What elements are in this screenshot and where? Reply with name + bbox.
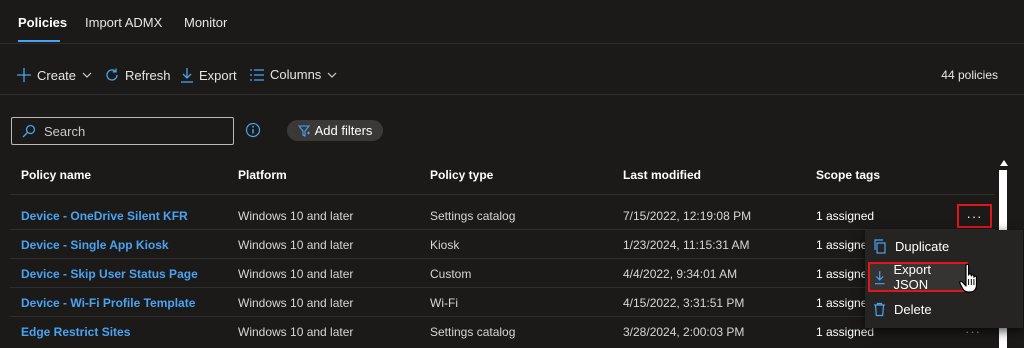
info-icon[interactable] <box>245 122 261 138</box>
chevron-down-icon <box>327 72 337 78</box>
delete-menu-item[interactable]: Delete <box>865 294 1023 324</box>
column-header-scope-tags[interactable]: Scope tags <box>816 168 880 182</box>
tab-bar: Policies Import ADMX Monitor <box>0 0 1024 44</box>
table-row[interactable]: Edge Restrict Sites Windows 10 and later… <box>10 317 995 346</box>
copy-icon <box>874 238 886 254</box>
policy-name-link[interactable]: Device - OneDrive Silent KFR <box>21 209 188 223</box>
trash-icon <box>874 302 885 316</box>
last-modified-cell: 4/4/2022, 9:34:01 AM <box>623 267 738 281</box>
scroll-up-arrow-icon[interactable] <box>1000 160 1008 166</box>
export-button[interactable]: Export <box>180 67 237 83</box>
download-icon <box>181 68 193 83</box>
policy-type-cell: Custom <box>430 267 472 281</box>
search-icon <box>22 124 36 138</box>
platform-cell: Windows 10 and later <box>238 325 354 339</box>
policy-type-cell: Settings catalog <box>430 325 516 339</box>
chevron-down-icon <box>82 72 92 78</box>
table-row[interactable]: Device - Skip User Status Page Windows 1… <box>10 259 995 288</box>
download-icon <box>874 270 885 284</box>
policy-name-link[interactable]: Device - Wi-Fi Profile Template <box>21 296 195 310</box>
search-input[interactable] <box>44 123 224 139</box>
export-json-label: Export JSON <box>893 262 932 292</box>
columns-label: Columns <box>270 67 322 82</box>
header-divider <box>10 194 995 195</box>
row-context-menu: Duplicate Export JSON Delete <box>865 230 1023 328</box>
tab-monitor[interactable]: Monitor <box>184 15 227 30</box>
policy-type-cell: Wi-Fi <box>430 296 458 310</box>
policy-type-cell: Settings catalog <box>430 209 516 223</box>
add-filters-label: Add filters <box>314 123 373 138</box>
add-filters-button[interactable]: Add filters <box>287 120 383 141</box>
duplicate-menu-item[interactable]: Duplicate <box>865 231 1023 261</box>
delete-label: Delete <box>894 301 932 317</box>
policy-count: 44 policies <box>941 68 998 82</box>
filter-icon <box>297 124 310 137</box>
columns-button[interactable]: Columns <box>249 67 338 82</box>
search-box[interactable] <box>11 117 234 145</box>
platform-cell: Windows 10 and later <box>238 209 354 223</box>
scope-tags-cell: 1 assigned <box>816 209 875 223</box>
hand-cursor-icon <box>959 263 978 293</box>
plus-icon <box>17 68 31 82</box>
table-row[interactable]: Device - Wi-Fi Profile Template Windows … <box>10 288 995 317</box>
command-bar: Create Refresh Export Columns 44 policie… <box>0 60 1024 90</box>
platform-cell: Windows 10 and later <box>238 267 354 281</box>
table-row[interactable]: Device - OneDrive Silent KFR Windows 10 … <box>10 201 995 230</box>
column-header-policy-name[interactable]: Policy name <box>21 168 91 182</box>
policy-name-link[interactable]: Device - Single App Kiosk <box>21 238 169 252</box>
platform-cell: Windows 10 and later <box>238 238 354 252</box>
refresh-icon <box>106 68 118 81</box>
policy-name-link[interactable]: Edge Restrict Sites <box>21 325 130 339</box>
policy-type-cell: Kiosk <box>430 238 460 252</box>
row-more-actions-button[interactable]: ··· <box>957 204 992 228</box>
last-modified-cell: 1/23/2024, 11:15:31 AM <box>623 238 750 252</box>
toolbar-divider <box>0 94 1024 95</box>
last-modified-cell: 7/15/2022, 12:19:08 PM <box>623 209 752 223</box>
policy-name-link[interactable]: Device - Skip User Status Page <box>21 267 198 281</box>
platform-cell: Windows 10 and later <box>238 296 354 310</box>
active-tab-indicator <box>18 40 60 42</box>
export-label: Export <box>199 67 237 83</box>
column-header-policy-type[interactable]: Policy type <box>430 168 493 182</box>
column-header-platform[interactable]: Platform <box>238 168 287 182</box>
refresh-label: Refresh <box>125 67 171 83</box>
tab-import-admx[interactable]: Import ADMX <box>85 15 162 30</box>
columns-icon <box>250 68 264 81</box>
column-header-last-modified[interactable]: Last modified <box>623 168 701 182</box>
table-row[interactable]: Device - Single App Kiosk Windows 10 and… <box>10 230 995 259</box>
export-json-menu-item[interactable]: Export JSON <box>868 262 968 292</box>
duplicate-label: Duplicate <box>895 238 950 254</box>
refresh-button[interactable]: Refresh <box>104 67 171 83</box>
create-label: Create <box>37 67 77 83</box>
tab-policies[interactable]: Policies <box>18 15 67 30</box>
last-modified-cell: 3/28/2024, 2:00:03 PM <box>623 325 745 339</box>
create-button[interactable]: Create <box>16 67 93 83</box>
last-modified-cell: 4/15/2022, 3:31:51 PM <box>623 296 745 310</box>
